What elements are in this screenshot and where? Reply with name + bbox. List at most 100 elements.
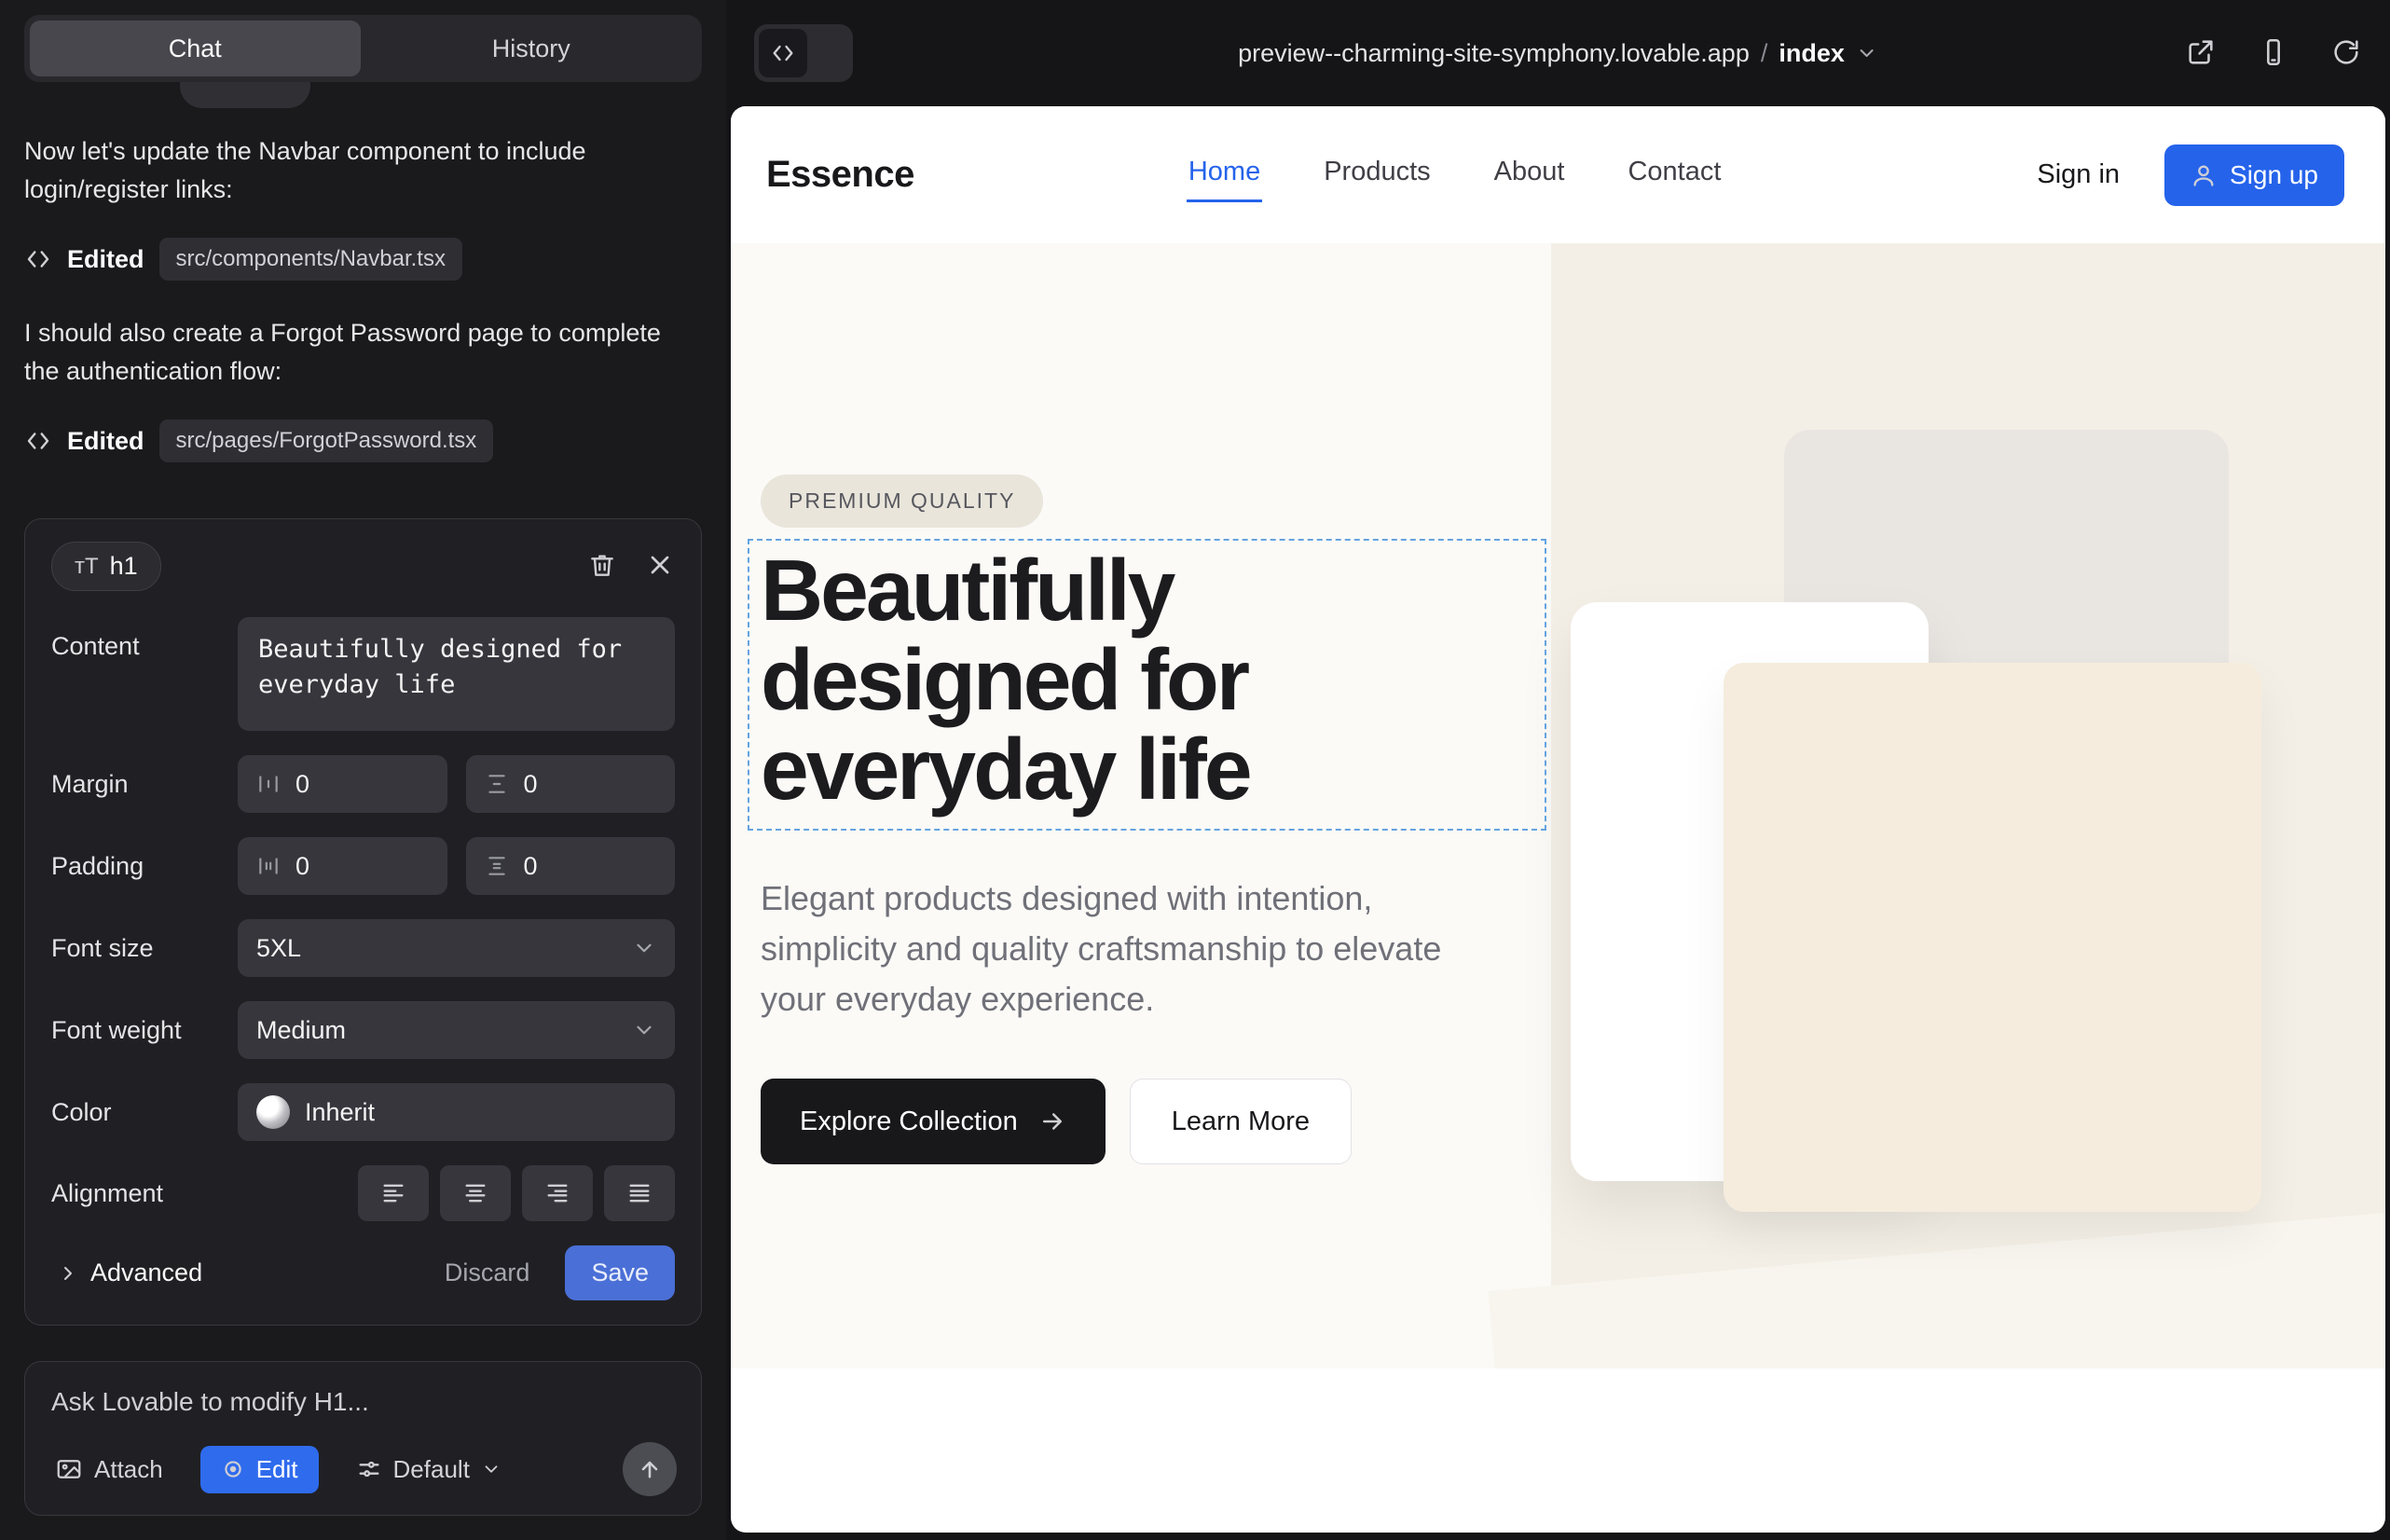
sidebar-tabs: Chat History xyxy=(24,15,702,82)
edited-label: Edited xyxy=(67,245,144,274)
sign-up-button[interactable]: Sign up xyxy=(2164,144,2344,206)
delete-element-button[interactable] xyxy=(587,550,617,583)
code-icon xyxy=(24,427,52,455)
padding-horizontal-icon xyxy=(485,854,509,878)
advanced-toggle[interactable]: Advanced xyxy=(51,1258,208,1288)
sign-in-button[interactable]: Sign in xyxy=(2031,158,2125,191)
editor-footer: Advanced Discard Save xyxy=(51,1245,675,1300)
align-left-button[interactable] xyxy=(358,1165,429,1221)
hero-heading[interactable]: Beautifully designed for everyday life xyxy=(761,546,1545,814)
hero-paragraph: Elegant products designed with intention… xyxy=(761,873,1506,1024)
close-icon xyxy=(645,550,675,580)
margin-horizontal-icon xyxy=(485,772,509,796)
site-nav-links: Home Products About Contact xyxy=(1187,157,1724,193)
margin-horizontal-input[interactable]: 0 xyxy=(466,755,676,813)
color-label: Color xyxy=(51,1098,238,1127)
element-selection-outline: Beautifully designed for everyday life xyxy=(748,539,1546,831)
chat-messages: Now let's update the Navbar component to… xyxy=(0,82,726,518)
font-weight-select[interactable]: Medium xyxy=(238,1001,675,1059)
chat-sidebar: Chat History Now let's update the Navbar… xyxy=(0,0,726,1540)
edit-mode-button[interactable]: Edit xyxy=(200,1446,319,1493)
save-button[interactable]: Save xyxy=(565,1245,675,1300)
align-center-button[interactable] xyxy=(440,1165,511,1221)
tab-history[interactable]: History xyxy=(366,21,697,76)
url-separator: / xyxy=(1761,39,1768,68)
nav-link-about[interactable]: About xyxy=(1492,157,1567,193)
chat-message: Now let's update the Navbar component to… xyxy=(24,132,686,208)
font-size-value: 5XL xyxy=(256,934,301,963)
default-label: Default xyxy=(393,1455,470,1484)
file-badge[interactable]: src/pages/ForgotPassword.tsx xyxy=(159,419,494,462)
chat-message: I should also create a Forgot Password p… xyxy=(24,314,686,390)
mobile-view-button[interactable] xyxy=(2258,36,2289,71)
margin-vertical-icon xyxy=(256,772,281,796)
sign-up-label: Sign up xyxy=(2230,160,2318,190)
nav-link-home[interactable]: Home xyxy=(1187,157,1262,193)
url-page: index xyxy=(1779,39,1845,68)
learn-more-button[interactable]: Learn More xyxy=(1130,1079,1352,1164)
content-input[interactable]: Beautifully designed for everyday life xyxy=(238,617,675,731)
url-bar[interactable]: preview--charming-site-symphony.lovable.… xyxy=(1232,38,1884,69)
font-weight-row: Font weight Medium xyxy=(51,1001,675,1059)
discard-button[interactable]: Discard xyxy=(439,1258,536,1288)
chevron-down-icon xyxy=(632,1018,656,1042)
edited-file-row: Edited src/components/Navbar.tsx xyxy=(24,238,702,281)
site-navbar: Essence Home Products About Contact Sign… xyxy=(731,106,2385,243)
padding-vertical-icon xyxy=(256,854,281,878)
font-size-select[interactable]: 5XL xyxy=(238,919,675,977)
toolbar-actions xyxy=(2185,36,2362,71)
hero-section: PREMIUM QUALITY Beautifully designed for… xyxy=(731,243,2385,1368)
hero-content: PREMIUM QUALITY Beautifully designed for… xyxy=(731,243,2385,1164)
hero-cta-group: Explore Collection Learn More xyxy=(761,1079,2385,1164)
chat-composer: Attach Edit Default xyxy=(24,1361,702,1516)
margin-label: Margin xyxy=(51,770,238,799)
element-editor-panel: тT h1 Content Beautifully designed for e… xyxy=(24,518,702,1326)
edited-label: Edited xyxy=(67,427,144,456)
color-value: Inherit xyxy=(305,1098,375,1127)
editor-header: тT h1 xyxy=(51,542,675,591)
color-select[interactable]: Inherit xyxy=(238,1083,675,1141)
font-weight-value: Medium xyxy=(256,1016,346,1045)
padding-vertical-value: 0 xyxy=(295,852,309,881)
send-button[interactable] xyxy=(623,1442,677,1496)
font-size-row: Font size 5XL xyxy=(51,919,675,977)
file-badge[interactable]: src/components/Navbar.tsx xyxy=(159,238,462,281)
chevron-right-icon xyxy=(57,1262,79,1285)
tab-chat[interactable]: Chat xyxy=(30,21,361,76)
nav-link-contact[interactable]: Contact xyxy=(1626,157,1723,193)
site-logo[interactable]: Essence xyxy=(761,153,920,197)
user-icon xyxy=(2191,162,2217,188)
padding-vertical-input[interactable]: 0 xyxy=(238,837,447,895)
code-view-toggle[interactable] xyxy=(754,24,853,82)
padding-horizontal-input[interactable]: 0 xyxy=(466,837,676,895)
edited-file-row: Edited src/pages/ForgotPassword.tsx xyxy=(24,419,702,462)
align-justify-button[interactable] xyxy=(604,1165,675,1221)
align-right-button[interactable] xyxy=(522,1165,593,1221)
color-row: Color Inherit xyxy=(51,1083,675,1141)
align-justify-icon xyxy=(626,1180,652,1206)
attach-button[interactable]: Attach xyxy=(49,1454,169,1485)
explore-collection-button[interactable]: Explore Collection xyxy=(761,1079,1106,1164)
arrow-up-icon xyxy=(637,1456,663,1482)
margin-row: Margin 0 0 xyxy=(51,755,675,813)
refresh-button[interactable] xyxy=(2330,36,2362,71)
composer-input[interactable] xyxy=(49,1386,677,1418)
open-external-button[interactable] xyxy=(2185,36,2217,71)
edit-target-icon xyxy=(221,1457,245,1481)
align-left-icon xyxy=(380,1180,406,1206)
composer-toolbar: Attach Edit Default xyxy=(49,1442,677,1496)
margin-vertical-input[interactable]: 0 xyxy=(238,755,447,813)
preview-toolbar: preview--charming-site-symphony.lovable.… xyxy=(726,0,2390,106)
attach-image-icon xyxy=(55,1455,83,1483)
model-default-button[interactable]: Default xyxy=(350,1454,507,1485)
chevron-down-icon xyxy=(1856,42,1878,64)
content-row: Content Beautifully designed for everyda… xyxy=(51,617,675,731)
padding-horizontal-value: 0 xyxy=(524,852,538,881)
nav-link-products[interactable]: Products xyxy=(1322,157,1432,193)
sliders-icon xyxy=(356,1456,382,1482)
close-editor-button[interactable] xyxy=(645,550,675,583)
edit-label: Edit xyxy=(256,1455,298,1484)
hero-badge: PREMIUM QUALITY xyxy=(761,474,1043,528)
advanced-label: Advanced xyxy=(90,1258,202,1287)
element-tag: h1 xyxy=(110,552,138,581)
